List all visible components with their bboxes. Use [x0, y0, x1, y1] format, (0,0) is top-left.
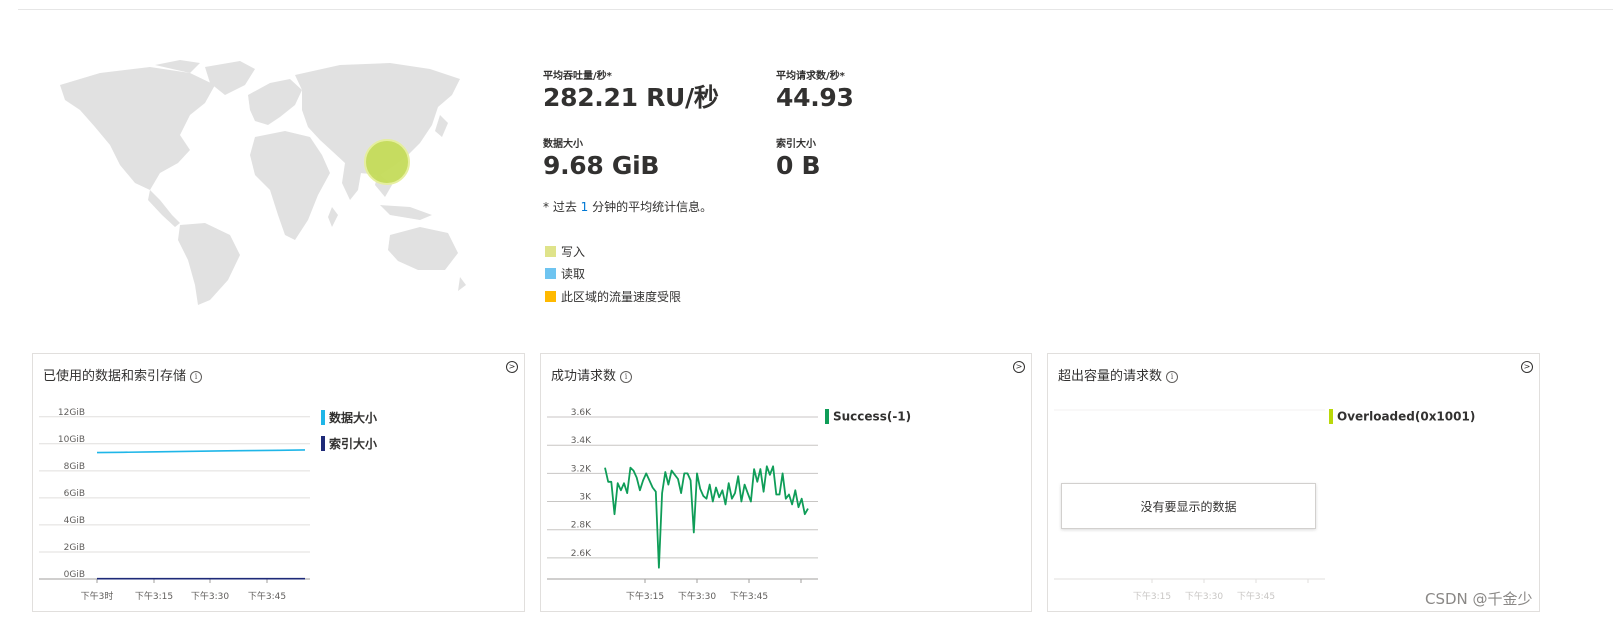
info-icon[interactable]: i: [620, 371, 633, 383]
success-card[interactable]: 成功请求数 i > 3.6K 3.4K 3.2K 3K 2.8K 2.6K 下午3:15 下午3…: [540, 353, 1032, 612]
note-prefix: * 过去: [543, 200, 581, 214]
series-line: [96, 449, 306, 454]
overloaded-title-text: 超出容量的请求数: [1058, 369, 1163, 384]
success-legend-label: Success(-1): [833, 409, 912, 424]
throughput-metric: 平均吞吐量/秒* 282.21 RU/秒: [543, 71, 719, 113]
x-tick-label: 下午3:30: [678, 590, 716, 602]
y-tick-label: 10GiB: [58, 435, 85, 445]
index-size-value: 0 B: [776, 151, 821, 180]
requests-metric: 平均请求数/秒* 44.93: [776, 71, 854, 113]
success-legend-bar: [825, 409, 829, 424]
y-tick-label: 3.2K: [571, 464, 592, 474]
success-legend-item[interactable]: Success(-1): [825, 409, 911, 424]
y-tick-label: 6GiB: [64, 489, 85, 499]
index-size-legend-label: 索引大小: [329, 437, 378, 451]
y-tick-label: 3K: [579, 493, 592, 503]
data-size-metric: 数据大小 9.68 GiB: [543, 139, 659, 181]
y-tick-label: 2.8K: [571, 521, 592, 531]
overloaded-card-title: 超出容量的请求数 i: [1058, 365, 1179, 384]
world-map[interactable]: [40, 55, 490, 310]
index-size-metric: 索引大小 0 B: [776, 139, 821, 181]
info-icon[interactable]: i: [1166, 371, 1179, 383]
success-card-title: 成功请求数 i: [551, 365, 633, 384]
success-title-text: 成功请求数: [551, 369, 617, 384]
overloaded-card[interactable]: 超出容量的请求数 i > 下午3:15 下午3:30 下午3:45 没有要显示的数据 …: [1047, 353, 1540, 612]
expand-icon[interactable]: >: [1521, 361, 1533, 373]
x-tick-label: 下午3:45: [1237, 590, 1275, 602]
watermark: CSDN @千金少: [1425, 590, 1533, 608]
y-tick-label: 2.6K: [571, 549, 592, 559]
series-line: [604, 465, 809, 569]
success-chart: 3.6K 3.4K 3.2K 3K 2.8K 2.6K 下午3:15 下午3:30 下午3:45: [547, 408, 818, 602]
legend-item-write: 写入: [545, 241, 585, 260]
throttled-label: 此区域的流量速度受限: [561, 290, 682, 304]
x-tick-label: 下午3:45: [730, 590, 768, 602]
overloaded-legend-bar: [1329, 409, 1333, 424]
data-size-legend-label: 数据大小: [329, 411, 378, 425]
read-label: 读取: [561, 267, 586, 281]
legend-item-throttled: 此区域的流量速度受限: [545, 286, 681, 305]
storage-chart: 12GiB10GiB8GiB6GiB4GiB2GiB0GiB下午3时 下午3:15…: [39, 408, 310, 602]
storage-title-text: 已使用的数据和索引存储: [43, 369, 187, 384]
write-label: 写入: [561, 245, 586, 259]
x-tick-label: 下午3时: [81, 590, 114, 602]
expand-icon[interactable]: >: [1013, 361, 1025, 373]
y-tick-label: 4GiB: [64, 516, 85, 526]
y-tick-label: 8GiB: [64, 462, 85, 472]
index-size-legend-bar: [321, 436, 325, 451]
x-tick-label: 下午3:30: [1185, 590, 1223, 602]
y-tick-label: 12GiB: [58, 408, 85, 418]
x-tick-label: 下午3:15: [626, 590, 664, 602]
no-data-message: 没有要显示的数据: [1061, 483, 1316, 529]
info-icon[interactable]: i: [190, 371, 203, 383]
data-size-value: 9.68 GiB: [543, 151, 660, 180]
write-swatch: [545, 246, 556, 257]
read-swatch: [545, 268, 556, 279]
top-divider: [18, 9, 1613, 10]
storage-legend-data-size[interactable]: 数据大小: [321, 409, 377, 426]
legend-item-read: 读取: [545, 263, 585, 282]
throughput-value: 282.21 RU/秒: [543, 83, 719, 112]
storage-card-title: 已使用的数据和索引存储 i: [43, 365, 203, 384]
y-tick-label: 3.6K: [571, 408, 592, 418]
x-tick-label: 下午3:45: [248, 590, 286, 602]
throttled-swatch: [545, 291, 556, 302]
world-map-svg: [60, 60, 466, 305]
overloaded-legend-label: Overloaded(0x1001): [1337, 409, 1476, 424]
overloaded-legend-item[interactable]: Overloaded(0x1001): [1329, 409, 1475, 424]
storage-legend-index-size[interactable]: 索引大小: [321, 435, 377, 452]
data-size-label: 数据大小: [543, 139, 583, 150]
x-tick-label: 下午3:30: [191, 590, 229, 602]
y-tick-label: 3.4K: [571, 436, 592, 446]
x-tick-label: 下午3:15: [1133, 590, 1171, 602]
expand-icon[interactable]: >: [506, 361, 518, 373]
storage-card[interactable]: 已使用的数据和索引存储 i > 12GiB 10GiB 8GiB 6GiB 4GiB 2Gi…: [32, 353, 525, 612]
requests-value: 44.93: [776, 83, 854, 112]
index-size-label: 索引大小: [776, 139, 816, 150]
data-size-legend-bar: [321, 410, 325, 425]
requests-label: 平均请求数/秒*: [776, 71, 845, 82]
y-tick-label: 2GiB: [64, 543, 85, 553]
region-marker[interactable]: [364, 139, 410, 185]
x-tick-label: 下午3:15: [135, 590, 173, 602]
note-suffix: 分钟的平均统计信息。: [588, 200, 713, 214]
stats-note: * 过去 1 分钟的平均统计信息。: [543, 198, 712, 215]
throughput-label: 平均吞吐量/秒*: [543, 71, 612, 82]
